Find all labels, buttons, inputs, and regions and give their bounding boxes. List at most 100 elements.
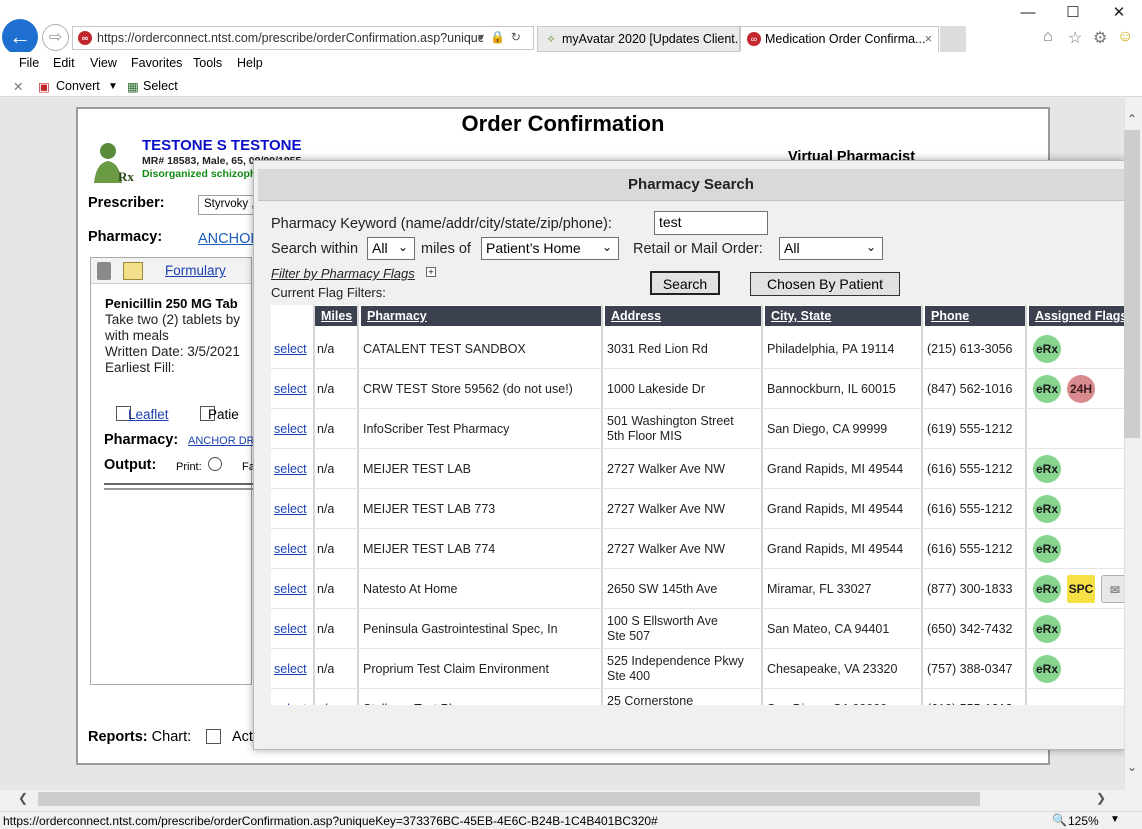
menu-file[interactable]: File bbox=[19, 56, 39, 70]
column-header-pharmacy[interactable]: Pharmacy bbox=[361, 306, 601, 326]
address-line-1: 501 Washington Street bbox=[607, 414, 734, 428]
scroll-down-icon[interactable]: ⌄ bbox=[1127, 760, 1137, 774]
scroll-right-icon[interactable]: ❯ bbox=[1096, 791, 1106, 805]
home-icon[interactable]: ⌂ bbox=[1043, 28, 1053, 46]
select-link[interactable]: select bbox=[274, 462, 307, 476]
chart-label: Chart: bbox=[151, 729, 192, 745]
chosen-by-patient-button[interactable]: Chosen By Patient bbox=[750, 272, 900, 296]
current-flag-filters: Current Flag Filters: bbox=[271, 285, 386, 300]
chevron-down-icon: ⌄ bbox=[397, 240, 408, 254]
divider bbox=[104, 483, 254, 485]
page-viewport: Order Confirmation Virtual Pharmacist Rx… bbox=[0, 98, 1124, 790]
tab-myavatar[interactable]: ⟡ myAvatar 2020 [Updates Client... bbox=[537, 26, 740, 52]
select-link[interactable]: select bbox=[274, 342, 307, 356]
tab-close-icon[interactable]: × bbox=[925, 27, 932, 51]
menu-view[interactable]: View bbox=[90, 56, 117, 70]
zoom-level[interactable]: 125% bbox=[1068, 814, 1099, 828]
address-bar[interactable]: ∞ https://orderconnect.ntst.com/prescrib… bbox=[72, 26, 534, 50]
address-line-1: 2727 Walker Ave NW bbox=[607, 462, 726, 476]
miles-cell: n/a bbox=[317, 422, 335, 436]
favorites-star-icon[interactable]: ☆ bbox=[1068, 28, 1082, 48]
table-row[interactable]: select n/a MEIJER TEST LAB 774 2727 Walker … bbox=[271, 529, 1124, 569]
column-header-address[interactable]: Address bbox=[605, 306, 763, 326]
retail-mail-select[interactable]: All ⌄ bbox=[779, 237, 883, 260]
column-header-phone[interactable]: Phone bbox=[925, 306, 1025, 326]
table-row[interactable]: select n/a Peninsula Gastrointestinal Spec… bbox=[271, 609, 1124, 649]
leaflet-link[interactable]: Leaflet bbox=[128, 407, 169, 422]
chart-checkbox[interactable] bbox=[206, 729, 221, 744]
prescriber-select[interactable]: Styrvoky , bbox=[198, 195, 258, 215]
address-line-1: 25 Cornerstone bbox=[607, 694, 694, 705]
pharmacy-search-dialog: Pharmacy Search Pharmacy Keyword (name/a… bbox=[253, 160, 1124, 750]
convert-dropdown-icon[interactable]: ▼ bbox=[108, 81, 118, 92]
scroll-left-icon[interactable]: ❮ bbox=[18, 791, 28, 805]
new-tab-button[interactable] bbox=[940, 26, 966, 52]
minimize-button[interactable]: — bbox=[1017, 4, 1039, 22]
flag-badge-erx: eRx bbox=[1033, 655, 1061, 683]
formulary-link[interactable]: Formulary bbox=[165, 263, 226, 278]
search-button[interactable]: Search bbox=[650, 271, 720, 295]
table-row[interactable]: select n/a Proprium Test Claim Environment… bbox=[271, 649, 1124, 689]
menu-favorites[interactable]: Favorites bbox=[131, 56, 182, 70]
forward-button[interactable]: ⇨ bbox=[42, 24, 69, 51]
table-row[interactable]: select n/a MEIJER TEST LAB 773 2727 Walker … bbox=[271, 489, 1124, 529]
menu-edit[interactable]: Edit bbox=[53, 56, 75, 70]
origin-select[interactable]: Patient’s Home ⌄ bbox=[481, 237, 619, 260]
pharmacy-link[interactable]: ANCHOR bbox=[198, 231, 261, 247]
select-link[interactable]: select bbox=[274, 662, 307, 676]
table-row[interactable]: select n/a CATALENT TEST SANDBOX 3031 Red L… bbox=[271, 329, 1124, 369]
scroll-up-icon[interactable]: ⌃ bbox=[1127, 112, 1137, 126]
table-row[interactable]: select n/a MEIJER TEST LAB 2727 Walker Ave … bbox=[271, 449, 1124, 489]
horizontal-scroll-thumb[interactable] bbox=[38, 792, 980, 806]
tab-medication-order[interactable]: ∞ Medication Order Confirma... × bbox=[740, 26, 939, 52]
menu-tools[interactable]: Tools bbox=[193, 56, 222, 70]
address-line-1: 2727 Walker Ave NW bbox=[607, 542, 726, 556]
close-toolbar-icon[interactable]: ✕ bbox=[13, 79, 23, 94]
phone-cell: (616) 555-1212 bbox=[927, 462, 1013, 476]
divider bbox=[104, 488, 254, 490]
vertical-scroll-thumb[interactable] bbox=[1124, 130, 1140, 438]
select-link[interactable]: select bbox=[274, 702, 307, 705]
select-link[interactable]: select bbox=[274, 502, 307, 516]
back-button[interactable]: ← bbox=[2, 19, 38, 55]
table-row[interactable]: select n/a Natesto At Home 2650 SW 145th Av… bbox=[271, 569, 1124, 609]
notepad-icon[interactable] bbox=[123, 262, 143, 280]
table-row[interactable]: select n/a CRW TEST Store 59562 (do not us… bbox=[271, 369, 1124, 409]
column-header-assigned-flags[interactable]: Assigned Flags bbox=[1029, 306, 1124, 326]
convert-button[interactable]: Convert bbox=[56, 79, 100, 93]
origin-value: Patient’s Home bbox=[486, 240, 581, 256]
select-link[interactable]: select bbox=[274, 382, 307, 396]
select-button[interactable]: Select bbox=[143, 79, 178, 93]
menu-help[interactable]: Help bbox=[237, 56, 263, 70]
select-link[interactable]: select bbox=[274, 622, 307, 636]
maximize-button[interactable]: ☐ bbox=[1062, 4, 1084, 22]
dialog-title: Pharmacy Search bbox=[258, 169, 1124, 201]
miles-cell: n/a bbox=[317, 662, 335, 676]
settings-gear-icon[interactable]: ⚙ bbox=[1093, 28, 1107, 48]
phone-cell: (847) 562-1016 bbox=[927, 382, 1013, 396]
address-actions[interactable]: ▾🔒↻ bbox=[478, 30, 527, 44]
trash-icon[interactable] bbox=[97, 262, 111, 280]
distance-select[interactable]: All ⌄ bbox=[367, 237, 415, 260]
reports-label: Reports: bbox=[88, 729, 148, 745]
flag-badge-spc: SPC bbox=[1067, 575, 1095, 603]
select-link[interactable]: select bbox=[274, 422, 307, 436]
column-header-miles[interactable]: Miles bbox=[315, 306, 357, 326]
table-row[interactable]: select n/a InfoScriber Test Pharmacy 501 Wa… bbox=[271, 409, 1124, 449]
distance-value: All bbox=[372, 240, 388, 256]
address-url[interactable]: https://orderconnect.ntst.com/prescribe/… bbox=[97, 31, 483, 47]
keyword-input[interactable]: test bbox=[654, 211, 768, 235]
column-header-city-state[interactable]: City, State bbox=[765, 306, 923, 326]
filter-by-flags-link[interactable]: Filter by Pharmacy Flags bbox=[271, 266, 415, 281]
select-link[interactable]: select bbox=[274, 582, 307, 596]
select-link[interactable]: select bbox=[274, 542, 307, 556]
feedback-smiley-icon[interactable]: ☺ bbox=[1117, 28, 1133, 46]
expand-plus-icon[interactable]: + bbox=[426, 267, 436, 277]
pharmacy-name-cell: CATALENT TEST SANDBOX bbox=[363, 342, 526, 356]
print-radio[interactable] bbox=[208, 457, 222, 471]
table-row[interactable]: select n/a Stellcom Test Pharmacy 25 Corner… bbox=[271, 689, 1124, 705]
pharmacy-name-cell: MEIJER TEST LAB 773 bbox=[363, 502, 496, 516]
zoom-dropdown-icon[interactable]: ▼ bbox=[1110, 814, 1120, 825]
close-window-button[interactable]: ✕ bbox=[1108, 4, 1130, 22]
earliest-fill: Earliest Fill: bbox=[105, 360, 175, 375]
